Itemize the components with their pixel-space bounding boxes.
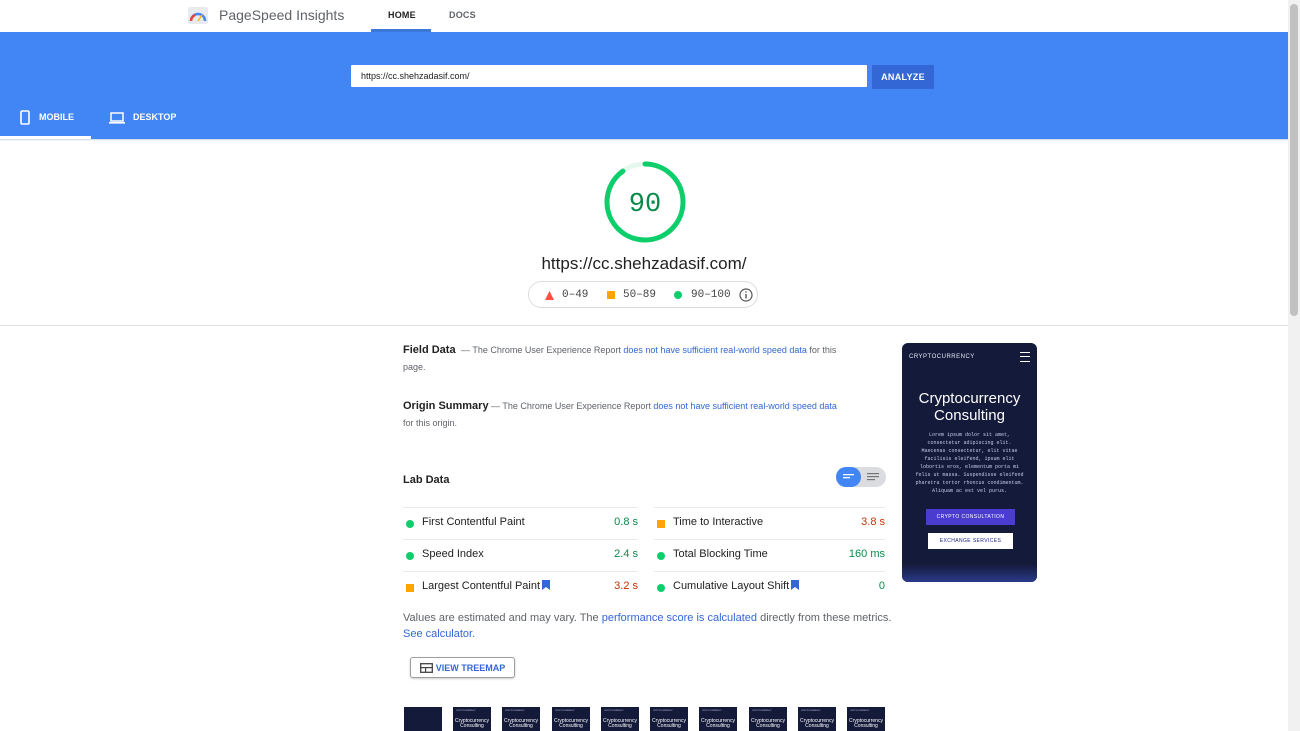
metric-value: 3.8 s [861, 516, 885, 528]
status-good-icon [657, 552, 665, 560]
filmstrip-frame [404, 707, 442, 731]
status-good-icon [406, 520, 414, 528]
info-icon[interactable] [739, 288, 753, 302]
metric-label: Speed Index [422, 548, 484, 560]
tab-desktop-label: DESKTOP [133, 112, 177, 122]
final-screenshot: CRYPTOCURRENCY Cryptocurrency Consulting … [902, 343, 1037, 582]
tab-mobile[interactable]: MOBILE [19, 110, 74, 137]
filmstrip-frame: CRYPTOCURRENCY Cryptocurrency Consulting [847, 707, 885, 731]
metric-value: 160 ms [848, 548, 885, 560]
triangle-icon [545, 291, 554, 300]
filmstrip-frame: CRYPTOCURRENCY Cryptocurrency Consulting [798, 707, 836, 731]
legend-average: 50–89 [623, 289, 657, 301]
metric-label: Total Blocking Time [673, 548, 768, 560]
metric-label: Time to Interactive [673, 516, 764, 528]
square-icon [607, 291, 615, 299]
filmstrip-frame: CRYPTOCURRENCY Cryptocurrency Consulting [601, 707, 639, 731]
bookmark-icon[interactable] [791, 580, 800, 590]
lab-data-title: Lab Data [403, 474, 450, 486]
filmstrip-frame: CRYPTOCURRENCY Cryptocurrency Consulting [502, 707, 540, 731]
filmstrip-frame: CRYPTOCURRENCY Cryptocurrency Consulting [453, 707, 491, 731]
metric-value: 2.4 s [614, 548, 638, 560]
lab-data-footnote: Values are estimated and may vary. The p… [403, 612, 892, 640]
tab-mobile-label: MOBILE [39, 112, 74, 122]
analyzed-url: https://cc.shehzadasif.com/ [541, 254, 747, 273]
tab-home[interactable]: HOME [388, 10, 416, 20]
metric-speed-index: Speed Index 2.4 s [403, 539, 638, 572]
metric-largest-contentful-paint: Largest Contentful Paint 3.2 s [403, 571, 638, 604]
top-app-bar: PageSpeed Insights HOME DOCS [0, 0, 1288, 32]
site-hero-title: Cryptocurrency Consulting [918, 390, 1021, 424]
hero-shadow [0, 139, 1288, 141]
expanded-view-icon[interactable] [867, 472, 879, 482]
metric-label: Cumulative Layout Shift [673, 580, 800, 592]
compact-view-icon [843, 474, 854, 479]
see-calculator-link[interactable]: See calculator. [403, 628, 475, 640]
status-average-icon [406, 584, 414, 592]
metric-total-blocking-time: Total Blocking Time 160 ms [654, 539, 885, 572]
site-brand: CRYPTOCURRENCY [909, 354, 975, 360]
filmstrip-frame: CRYPTOCURRENCY Cryptocurrency Consulting [650, 707, 688, 731]
bookmark-icon[interactable] [542, 580, 551, 590]
site-cta-primary: CRYPTO CONSULTATION [926, 509, 1015, 525]
metric-cumulative-layout-shift: Cumulative Layout Shift 0 [654, 571, 885, 604]
app-title: PageSpeed Insights [219, 7, 345, 23]
site-cta-secondary: EXCHANGE SERVICES [928, 533, 1013, 549]
score-value: 90 [629, 190, 661, 220]
metric-value: 0 [878, 580, 885, 592]
origin-summary-link[interactable]: does not have sufficient real-world spee… [653, 401, 836, 411]
origin-summary-description: — The Chrome User Experience Report does… [403, 401, 837, 428]
status-good-icon [657, 584, 665, 592]
legend-poor: 0–49 [562, 289, 589, 301]
metric-value: 0.8 s [614, 516, 638, 528]
field-data-description: — The Chrome User Experience Report does… [403, 345, 837, 372]
score-legend: 0–49 50–89 90–100 [528, 281, 758, 308]
view-treemap-button[interactable]: VIEW TREEMAP [410, 657, 515, 678]
view-toggle[interactable] [836, 467, 886, 487]
site-hero-text: Lorem ipsum dolor sit amet, consectetur … [915, 432, 1024, 494]
filmstrip-frame: CRYPTOCURRENCY Cryptocurrency Consulting [699, 707, 737, 731]
field-data-link[interactable]: does not have sufficient real-world spee… [623, 345, 806, 355]
tab-docs[interactable]: DOCS [449, 10, 476, 20]
metric-time-to-interactive: Time to Interactive 3.8 s [654, 507, 885, 540]
analyze-button[interactable]: ANALYZE [872, 65, 934, 89]
status-good-icon [406, 552, 414, 560]
filmstrip-frame: CRYPTOCURRENCY Cryptocurrency Consulting [552, 707, 590, 731]
site-hero-image [902, 564, 1037, 582]
treemap-icon [419, 662, 433, 673]
metric-label: First Contentful Paint [422, 516, 525, 528]
filmstrip-frame: CRYPTOCURRENCY Cryptocurrency Consulting [749, 707, 787, 731]
performance-score-gauge: 90 [604, 161, 686, 243]
search-hero: ANALYZE MOBILE DESKTOP [0, 32, 1288, 139]
metric-first-contentful-paint: First Contentful Paint 0.8 s [403, 507, 638, 540]
section-divider [0, 325, 1288, 326]
metric-value: 3.2 s [614, 580, 638, 592]
compact-view-toggle[interactable] [836, 467, 861, 487]
legend-good: 90–100 [691, 289, 731, 301]
tab-desktop[interactable]: DESKTOP [109, 112, 176, 137]
url-input[interactable] [351, 65, 867, 87]
phone-icon [20, 110, 30, 125]
page-scrollbar[interactable] [1288, 0, 1300, 731]
performance-score-link[interactable]: performance score is calculated [602, 612, 757, 624]
metric-label: Largest Contentful Paint [422, 580, 551, 592]
pagespeed-logo-icon [188, 7, 208, 24]
status-average-icon [657, 520, 665, 528]
hamburger-menu-icon [1020, 352, 1030, 362]
view-treemap-label: VIEW TREEMAP [435, 662, 506, 673]
circle-icon [674, 291, 682, 299]
scrollbar-thumb[interactable] [1290, 4, 1298, 316]
laptop-icon [109, 112, 125, 124]
